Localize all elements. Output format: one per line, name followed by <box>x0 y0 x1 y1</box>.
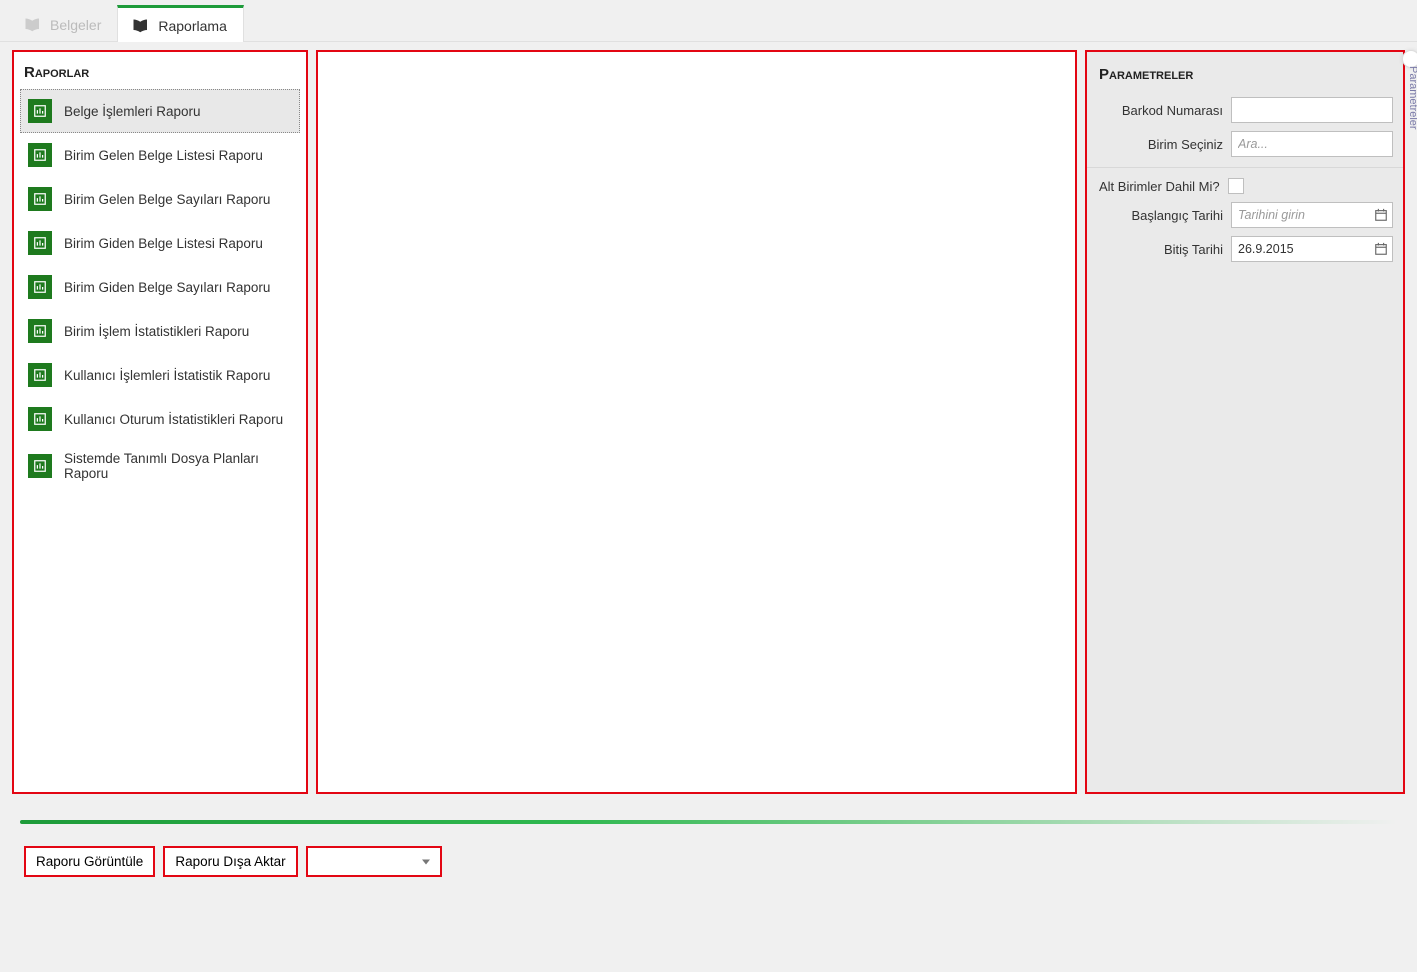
tab-bar: Belgeler Raporlama <box>0 0 1417 42</box>
report-item-label: Birim Giden Belge Sayıları Raporu <box>64 280 270 295</box>
tab-label: Belgeler <box>50 17 101 33</box>
export-report-button[interactable]: Raporu Dışa Aktar <box>163 846 297 877</box>
report-item[interactable]: Sistemde Tanımlı Dosya Planları Raporu <box>20 441 300 491</box>
param-row-bitis: Bitiş Tarihi <box>1087 232 1403 266</box>
tab-belgeler[interactable]: Belgeler <box>10 7 117 41</box>
book-icon <box>132 18 150 34</box>
param-row-baslangic: Başlangıç Tarihi <box>1087 198 1403 232</box>
main-area: Raporlar Belge İşlemleri Raporu Birim Ge… <box>0 42 1417 802</box>
param-row-barkod: Barkod Numarası <box>1087 93 1403 127</box>
report-item-label: Birim Gelen Belge Sayıları Raporu <box>64 192 270 207</box>
book-icon <box>24 17 42 33</box>
report-item-label: Kullanıcı İşlemleri İstatistik Raporu <box>64 368 270 383</box>
report-icon <box>28 99 52 123</box>
report-item[interactable]: Birim Giden Belge Listesi Raporu <box>20 221 300 265</box>
report-item[interactable]: Birim Giden Belge Sayıları Raporu <box>20 265 300 309</box>
baslangic-date-input[interactable] <box>1231 202 1393 228</box>
report-item-label: Sistemde Tanımlı Dosya Planları Raporu <box>64 451 274 481</box>
report-icon <box>28 231 52 255</box>
report-icon <box>28 319 52 343</box>
export-format-select[interactable] <box>306 846 442 877</box>
report-item-label: Birim Gelen Belge Listesi Raporu <box>64 148 263 163</box>
report-icon <box>28 407 52 431</box>
report-item-label: Birim İşlem İstatistikleri Raporu <box>64 324 249 339</box>
report-list: Belge İşlemleri Raporu Birim Gelen Belge… <box>14 89 306 497</box>
bitis-label: Bitiş Tarihi <box>1164 242 1223 257</box>
param-row-altbirimler: Alt Birimler Dahil Mi? <box>1087 167 1403 198</box>
altbirimler-checkbox[interactable] <box>1228 178 1244 194</box>
reports-panel: Raporlar Belge İşlemleri Raporu Birim Ge… <box>12 50 308 794</box>
birim-input[interactable] <box>1231 131 1393 157</box>
baslangic-label: Başlangıç Tarihi <box>1131 208 1223 223</box>
report-item-label: Kullanıcı Oturum İstatistikleri Raporu <box>64 412 283 427</box>
report-icon <box>28 275 52 299</box>
report-icon <box>28 143 52 167</box>
report-item[interactable]: Kullanıcı Oturum İstatistikleri Raporu <box>20 397 300 441</box>
altbirimler-label: Alt Birimler Dahil Mi? <box>1099 179 1220 194</box>
parameters-title: Parametreler <box>1087 52 1403 93</box>
report-item-label: Birim Giden Belge Listesi Raporu <box>64 236 263 251</box>
parameters-flyout-tab[interactable]: Parametreler <box>1405 60 1417 136</box>
report-item[interactable]: Birim İşlem İstatistikleri Raporu <box>20 309 300 353</box>
birim-label: Birim Seçiniz <box>1148 137 1223 152</box>
report-icon <box>28 363 52 387</box>
param-row-birim: Birim Seçiniz <box>1087 127 1403 161</box>
report-item[interactable]: Belge İşlemleri Raporu <box>20 89 300 133</box>
report-item-label: Belge İşlemleri Raporu <box>64 104 201 119</box>
report-item[interactable]: Birim Gelen Belge Sayıları Raporu <box>20 177 300 221</box>
bottom-toolbar: Raporu Görüntüle Raporu Dışa Aktar <box>0 824 1417 899</box>
bitis-date-input[interactable] <box>1231 236 1393 262</box>
reports-title: Raporlar <box>14 52 306 89</box>
report-preview-area <box>316 50 1077 794</box>
report-icon <box>28 454 52 478</box>
report-item[interactable]: Kullanıcı İşlemleri İstatistik Raporu <box>20 353 300 397</box>
tab-raporlama[interactable]: Raporlama <box>117 5 243 42</box>
barkod-input[interactable] <box>1231 97 1393 123</box>
view-report-button[interactable]: Raporu Görüntüle <box>24 846 155 877</box>
report-item[interactable]: Birim Gelen Belge Listesi Raporu <box>20 133 300 177</box>
barkod-label: Barkod Numarası <box>1122 103 1223 118</box>
parameters-panel: Parametreler Barkod Numarası Birim Seçin… <box>1085 50 1405 794</box>
report-icon <box>28 187 52 211</box>
tab-label: Raporlama <box>158 18 226 34</box>
